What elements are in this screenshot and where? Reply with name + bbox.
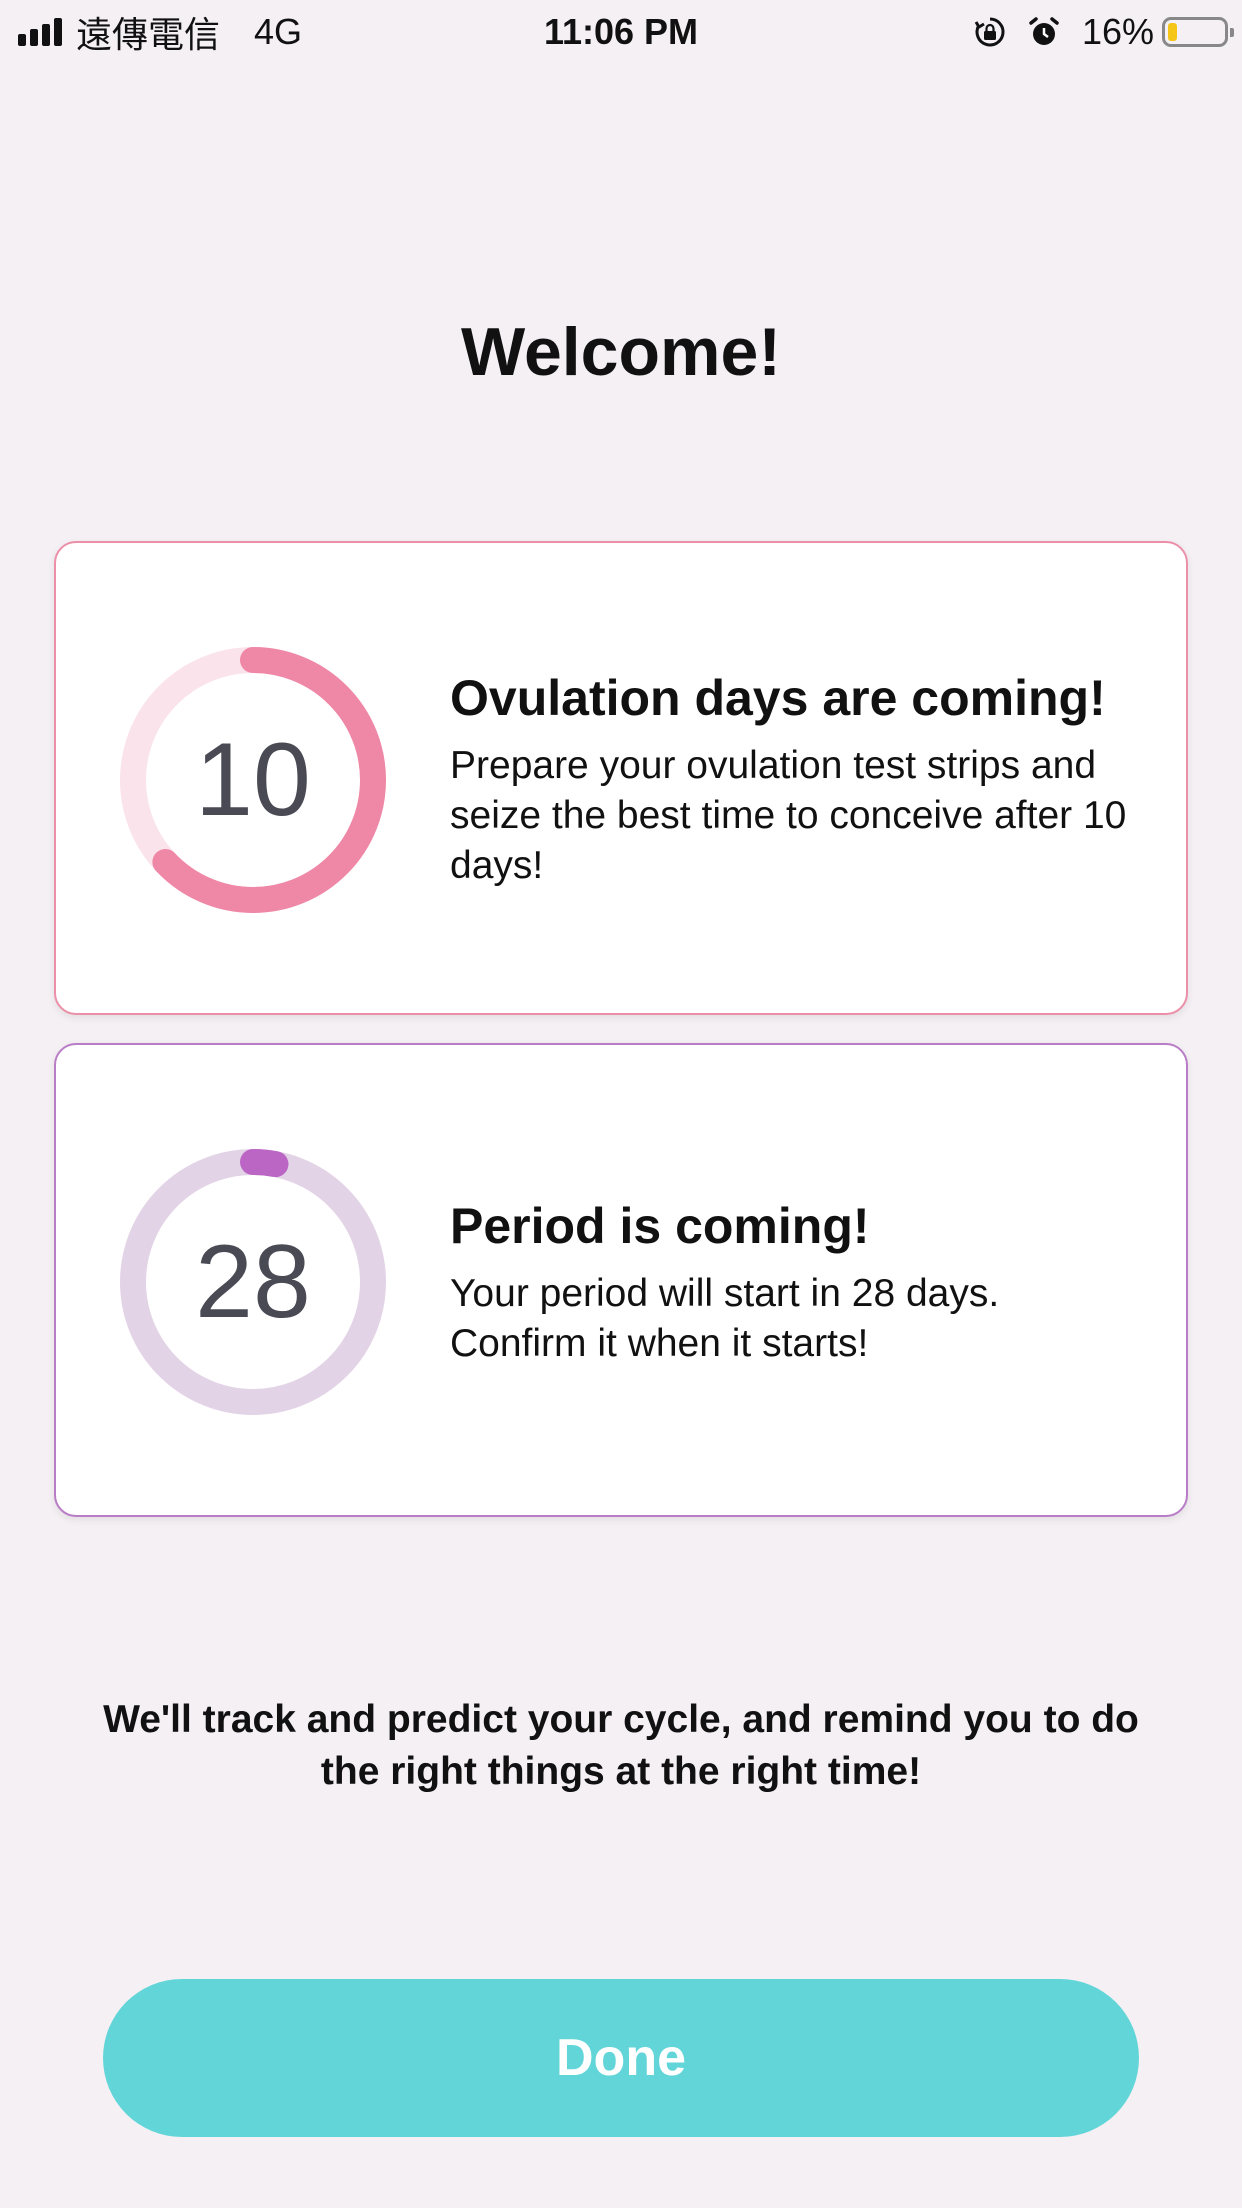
battery-fill [1168,23,1177,41]
page-title: Welcome! [461,314,781,390]
ovulation-description: Prepare your ovulation test strips and s… [450,744,1127,887]
tagline-message: We'll track and predict your cycle, and … [103,1698,1139,1793]
ovulation-days-number: 10 [195,722,311,838]
period-title: Period is coming! [450,1198,870,1254]
battery-icon [1162,17,1234,47]
alarm-icon [1029,17,1059,45]
period-days-number: 28 [195,1224,311,1340]
ovulation-text: Ovulation days are coming! Prepare your … [450,667,1146,891]
ovulation-card: 10 Ovulation days are coming! Prepare yo… [54,541,1188,1015]
ovulation-countdown-ring: 10 [118,645,388,915]
period-countdown-ring: 28 [118,1147,388,1417]
orientation-lock-icon [974,17,1005,47]
status-bar: 遠傳電信 4G 11:06 PM 16% [0,0,1242,62]
period-description: Your period will start in 28 days. Confi… [450,1272,1000,1365]
status-right: 16% [974,10,1234,54]
ovulation-title: Ovulation days are coming! [450,670,1106,726]
done-button[interactable]: Done [103,1979,1139,2137]
battery-percent: 16% [1081,11,1154,52]
period-card: 28 Period is coming! Your period will st… [54,1043,1188,1517]
period-text: Period is coming! Your period will start… [450,1195,1146,1369]
